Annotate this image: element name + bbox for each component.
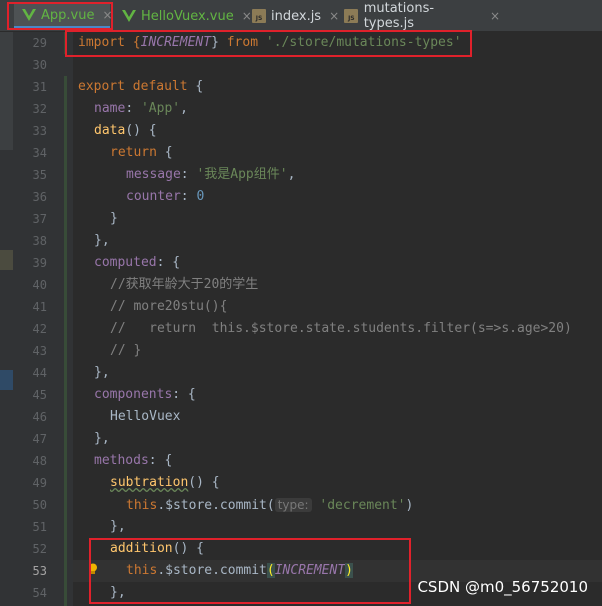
line-number: 48 [32, 454, 47, 468]
vue-file-icon [122, 9, 136, 24]
code-line-47: }, [94, 431, 110, 446]
line-number: 50 [32, 498, 47, 512]
line-number: 40 [32, 278, 47, 292]
code-line-31: export default { [78, 79, 204, 94]
code-line-42: // return this.$store.state.students.fil… [110, 321, 572, 336]
code-line-34: return { [110, 145, 173, 160]
line-number: 44 [32, 366, 47, 380]
line-number: 29 [32, 36, 47, 50]
js-file-icon: JS [344, 9, 359, 24]
line-number: 45 [32, 388, 47, 402]
annotation-box-addition [89, 538, 411, 604]
code-line-43: // } [110, 343, 142, 358]
left-tool-strip [0, 32, 13, 606]
line-number: 52 [32, 542, 47, 556]
line-number: 33 [32, 124, 47, 138]
line-number: 30 [32, 58, 47, 72]
line-number: 31 [32, 80, 47, 94]
code-line-44: }, [94, 365, 110, 380]
line-number: 37 [32, 212, 47, 226]
tab-index-js[interactable]: JS index.js × [248, 4, 339, 28]
code-line-36: counter: 0 [126, 189, 205, 204]
code-line-45: components: { [94, 387, 196, 402]
line-number: 42 [32, 322, 47, 336]
tab-hellovuex-vue[interactable]: HelloVuex.vue × [118, 4, 252, 28]
tab-label: index.js [271, 8, 322, 24]
line-number: 41 [32, 300, 47, 314]
line-number-current: 53 [32, 564, 47, 578]
line-number: 54 [32, 586, 47, 600]
code-editor[interactable]: import {INCREMENT} from './store/mutatio… [73, 32, 602, 606]
line-number: 47 [32, 432, 47, 446]
line-number: 34 [32, 146, 47, 160]
line-number: 32 [32, 102, 47, 116]
line-number: 43 [32, 344, 47, 358]
line-number: 51 [32, 520, 47, 534]
line-number-gutter: 29 30 31 32 33 34 35 36 37 38 39 40 41 4… [13, 32, 65, 606]
vcs-change-marker [64, 76, 67, 606]
tab-label: HelloVuex.vue [141, 8, 234, 24]
close-icon[interactable]: × [329, 9, 339, 23]
js-file-icon: JS [252, 9, 266, 24]
code-line-39: computed: { [94, 255, 181, 270]
line-number: 46 [32, 410, 47, 424]
code-line-33: data() { [94, 123, 157, 138]
code-line-48: methods: { [94, 453, 173, 468]
line-number: 49 [32, 476, 47, 490]
line-number: 39 [32, 256, 47, 270]
code-line-46: HelloVuex [110, 409, 181, 424]
tab-label: mutations-types.js [363, 1, 435, 31]
annotation-box-import [65, 30, 472, 57]
line-number: 35 [32, 168, 47, 182]
code-line-50: this.$store.commit(type: 'decrement') [126, 498, 414, 513]
code-line-51: }, [110, 519, 126, 534]
code-line-49: subtration() { [110, 475, 220, 490]
tab-mutations-types-js[interactable]: JS mutations-types.js × [340, 1, 500, 31]
annotation-box-tab [7, 2, 113, 30]
close-icon[interactable]: × [490, 9, 500, 23]
watermark-text: CSDN @m0_56752010 [417, 578, 588, 596]
code-line-38: }, [94, 233, 110, 248]
line-number: 38 [32, 234, 47, 248]
parameter-hint: type: [274, 498, 312, 512]
code-line-40: //获取年龄大于20的学生 [110, 277, 259, 292]
code-line-41: // more20stu(){ [110, 299, 228, 314]
code-line-35: message: '我是App组件', [126, 167, 296, 182]
code-line-32: name: 'App', [94, 101, 188, 116]
code-line-37: } [110, 211, 118, 226]
line-number: 36 [32, 190, 47, 204]
